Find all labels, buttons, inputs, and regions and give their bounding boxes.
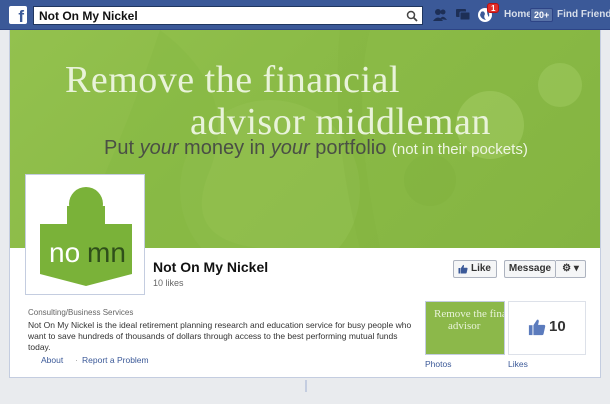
about-section: Consulting/Business Services Not On My N… — [16, 302, 418, 352]
cover-headline-line1: Remove the financial — [65, 59, 400, 101]
svg-text:mn: mn — [87, 237, 126, 268]
top-bar: f Not On My Nickel 1 Home 20+ Find Frien… — [0, 0, 610, 30]
photos-thumb-text-1: Remove the fina — [434, 308, 505, 320]
like-button[interactable]: Like — [453, 260, 497, 278]
messages-icon[interactable] — [455, 7, 471, 23]
page-description: Not On My Nickel is the ideal retirement… — [28, 320, 412, 352]
cover-tagline: Put your money in your portfolio (not in… — [104, 137, 528, 159]
search-icon[interactable] — [406, 10, 418, 22]
like-button-label: Like — [470, 263, 491, 274]
likes-app-box[interactable]: 10 — [508, 301, 586, 355]
gear-icon: ⚙ ▾ — [562, 263, 579, 274]
likes-app-label[interactable]: Likes — [508, 359, 528, 369]
link-separator: · — [75, 355, 78, 365]
profile-picture[interactable]: no mn — [25, 174, 145, 295]
svg-text:no: no — [49, 237, 80, 268]
home-link[interactable]: Home — [504, 9, 532, 20]
timeline-spine — [305, 380, 307, 392]
message-button[interactable]: Message — [504, 260, 556, 278]
thumbs-up-icon — [528, 319, 546, 336]
find-friends-link[interactable]: Find Friends — [557, 9, 610, 20]
search-query[interactable]: Not On My Nickel — [39, 9, 138, 23]
settings-dropdown-button[interactable]: ⚙ ▾ — [556, 260, 586, 278]
facebook-logo-icon[interactable]: f — [9, 6, 27, 24]
page-card: Remove the financial advisor middleman P… — [9, 30, 601, 378]
page-title[interactable]: Not On My Nickel — [153, 259, 268, 275]
photos-app-thumbnail[interactable]: Remove the fina advisor — [425, 301, 505, 355]
nomn-logo: no mn — [40, 187, 132, 286]
page-category[interactable]: Consulting/Business Services — [28, 308, 133, 317]
thumbs-up-icon — [458, 264, 468, 274]
report-problem-link[interactable]: Report a Problem — [82, 355, 149, 365]
notification-badge: 1 — [487, 3, 500, 13]
home-count-badge: 20+ — [530, 8, 554, 22]
search-input[interactable]: Not On My Nickel — [33, 6, 423, 25]
photos-app-label[interactable]: Photos — [425, 359, 451, 369]
likes-count-text: 10 likes — [153, 278, 184, 288]
photos-thumb-text-2: advisor — [448, 320, 481, 332]
about-link[interactable]: About — [41, 355, 63, 365]
likes-app-count: 10 — [549, 318, 566, 335]
friend-requests-icon[interactable] — [432, 7, 448, 23]
